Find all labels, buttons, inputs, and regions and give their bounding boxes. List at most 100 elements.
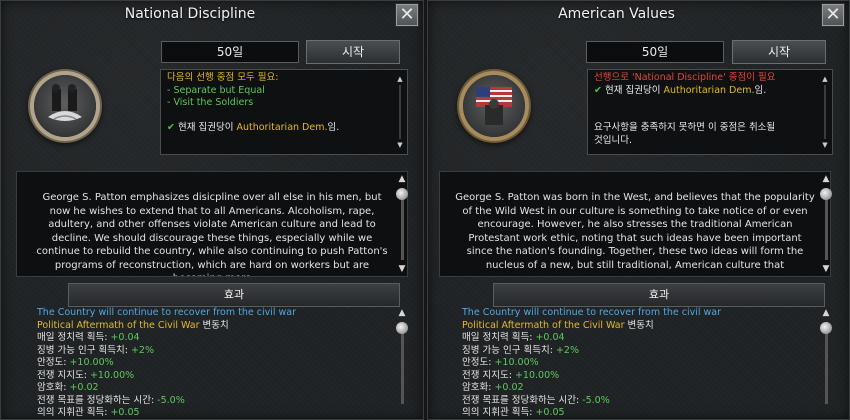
effect-label[interactable]: Political Aftermath of the Civil War: [462, 320, 625, 331]
requirement-line: 요구사항을 충족하지 못하면 이 중점은 취소될: [594, 122, 776, 133]
requirement-line: 것입니다.: [594, 134, 632, 146]
requirement-prefix: 현재 집권당이: [178, 122, 237, 133]
effect-label: 암호화:: [37, 382, 70, 393]
requirements-box: 선행으로 'National Discipline' 중점이 필요 ✔ 현재 집…: [587, 69, 833, 155]
scroll-up-arrow-icon[interactable]: ▲: [397, 174, 407, 184]
scroll-thumb[interactable]: [396, 322, 408, 334]
effect-label: 의의 지휘관 획득:: [462, 407, 536, 418]
focus-description: George S. Patton was born in the West, a…: [439, 171, 831, 277]
start-button[interactable]: 시작: [732, 40, 826, 64]
scroll-down-arrow-icon[interactable]: ▼: [396, 141, 404, 149]
requirement-line: - Visit the Soldiers: [167, 97, 254, 108]
scroll-thumb[interactable]: [396, 188, 408, 200]
effect-line: Political Aftermath of the Civil War 변동치: [37, 320, 387, 333]
soldiers-handshake-icon: [34, 75, 96, 137]
scroll-up-arrow-icon[interactable]: ▲: [821, 174, 831, 184]
effect-line: 전쟁 목표를 정당화하는 시간: -5.0%: [462, 395, 812, 408]
scroll-up-arrow-icon[interactable]: ▲: [821, 75, 829, 83]
start-button[interactable]: 시작: [306, 40, 400, 64]
requirement-highlight: Authoritarian Dem.: [236, 122, 328, 133]
effect-label: 전쟁 목표를 정당화하는 시간:: [462, 394, 583, 406]
effect-line: 의의 지휘관 획득: +0.05: [462, 407, 812, 420]
effect-label: 전쟁 지지도:: [37, 369, 90, 381]
scroll-down-arrow-icon[interactable]: ▼: [821, 264, 831, 274]
requirement-line: ✔ 현재 집권당이 Authoritarian Dem.임.: [167, 122, 391, 135]
effect-line: 매일 정치력 획득: +0.04: [462, 332, 812, 345]
scroll-thumb[interactable]: [820, 188, 832, 200]
panel-title: American Values: [558, 6, 675, 22]
effects-header[interactable]: 효과: [493, 283, 825, 307]
requirements-box: 다음의 선행 중점 모두 필요: - Separate but Equal - …: [160, 69, 408, 155]
effect-value: +0.04: [110, 332, 140, 343]
scroll-thumb[interactable]: [820, 322, 832, 334]
requirements-scrollbar[interactable]: ▲ ▼: [821, 75, 829, 149]
effect-line: 안정도: +10.00%: [462, 357, 812, 370]
american-flag-eagle-icon: [463, 75, 525, 137]
effect-label: 전쟁 목표를 정당화하는 시간:: [37, 394, 158, 406]
effect-line: The Country will continue to recover fro…: [462, 307, 722, 318]
scroll-track[interactable]: [825, 322, 828, 404]
requirement-spacer: [167, 110, 391, 123]
effects-scrollbar[interactable]: ▲: [395, 308, 409, 418]
focus-panel-national-discipline: National Discipline ✕ 50일 시작 다음의 선행 중점 모…: [0, 0, 424, 420]
requirement-suffix: 임.: [327, 122, 340, 133]
effect-value: 변동치: [624, 319, 654, 331]
days-field: 50일: [586, 41, 724, 63]
focus-description: George S. Patton emphasizes disicpline o…: [16, 171, 408, 277]
description-scrollbar[interactable]: ▲ ▼: [395, 174, 409, 274]
requirements-scrollbar[interactable]: ▲ ▼: [396, 75, 404, 149]
effect-label[interactable]: Political Aftermath of the Civil War: [37, 320, 200, 331]
effect-line: 전쟁 지지도: +10.00%: [462, 370, 812, 383]
effect-value: +0.05: [535, 407, 565, 418]
effect-value: +0.05: [110, 407, 140, 418]
effect-value: +2%: [130, 344, 154, 356]
requirement-highlight: Authoritarian Dem.: [663, 84, 755, 96]
effects-header[interactable]: 효과: [68, 283, 400, 307]
effect-label: 징병 가능 인구 획득치:: [462, 344, 556, 356]
effect-value: +10.00%: [69, 357, 114, 368]
effect-label: 안정도:: [37, 357, 70, 368]
days-field: 50일: [161, 41, 299, 63]
requirement-spacer: [594, 97, 816, 110]
effect-value: +0.02: [69, 382, 99, 393]
effect-line: 징병 가능 인구 획득치: +2%: [37, 345, 387, 358]
effect-label: 전쟁 지지도:: [462, 369, 515, 381]
effect-line: The Country will continue to recover fro…: [37, 307, 297, 318]
effect-label: 의의 지휘관 획득:: [37, 407, 111, 418]
effect-line: 징병 가능 인구 획득치: +2%: [462, 345, 812, 358]
effect-value: -5.0%: [582, 394, 610, 406]
scroll-down-arrow-icon[interactable]: ▼: [821, 141, 829, 149]
effect-value: -5.0%: [157, 394, 185, 406]
description-scrollbar[interactable]: ▲ ▼: [819, 174, 833, 274]
scroll-track[interactable]: [399, 85, 401, 139]
effect-line: 안정도: +10.00%: [37, 357, 387, 370]
close-button[interactable]: ✕: [395, 3, 419, 27]
effect-label: 매일 정치력 획득:: [37, 332, 111, 343]
focus-panel-american-values: American Values ✕ 50일 시작 선행으로 'National …: [427, 0, 850, 420]
effect-line: 암호화: +0.02: [37, 382, 387, 395]
effects-list: The Country will continue to recover fro…: [462, 307, 812, 420]
scroll-track[interactable]: [401, 322, 404, 404]
scroll-up-arrow-icon[interactable]: ▲: [397, 308, 407, 318]
effect-line: 매일 정치력 획득: +0.04: [37, 332, 387, 345]
effect-value: +0.02: [494, 382, 524, 393]
scroll-up-arrow-icon[interactable]: ▲: [821, 308, 831, 318]
effect-label: 징병 가능 인구 획득치:: [37, 344, 131, 356]
close-button[interactable]: ✕: [821, 3, 845, 27]
requirement-spacer: [594, 110, 816, 123]
effect-label: 안정도:: [462, 357, 495, 368]
effect-value: +10.00%: [514, 369, 560, 381]
requirement-line: ✔ 현재 집권당이 Authoritarian Dem.임.: [594, 85, 816, 98]
effect-line: 의의 지휘관 획득: +0.05: [37, 407, 387, 420]
effects-scrollbar[interactable]: ▲: [819, 308, 833, 418]
requirement-line: 다음의 선행 중점 모두 필요:: [167, 72, 279, 83]
effect-value: +0.04: [535, 332, 565, 343]
effect-line: 전쟁 목표를 정당화하는 시간: -5.0%: [37, 395, 387, 408]
scroll-down-arrow-icon[interactable]: ▼: [397, 264, 407, 274]
effect-label: 매일 정치력 획득:: [462, 332, 536, 343]
effect-label: 암호화:: [462, 382, 495, 393]
requirement-line: - Separate but Equal: [167, 84, 265, 96]
checkmark-icon: ✔: [594, 84, 602, 96]
scroll-up-arrow-icon[interactable]: ▲: [396, 75, 404, 83]
scroll-track[interactable]: [824, 85, 826, 139]
